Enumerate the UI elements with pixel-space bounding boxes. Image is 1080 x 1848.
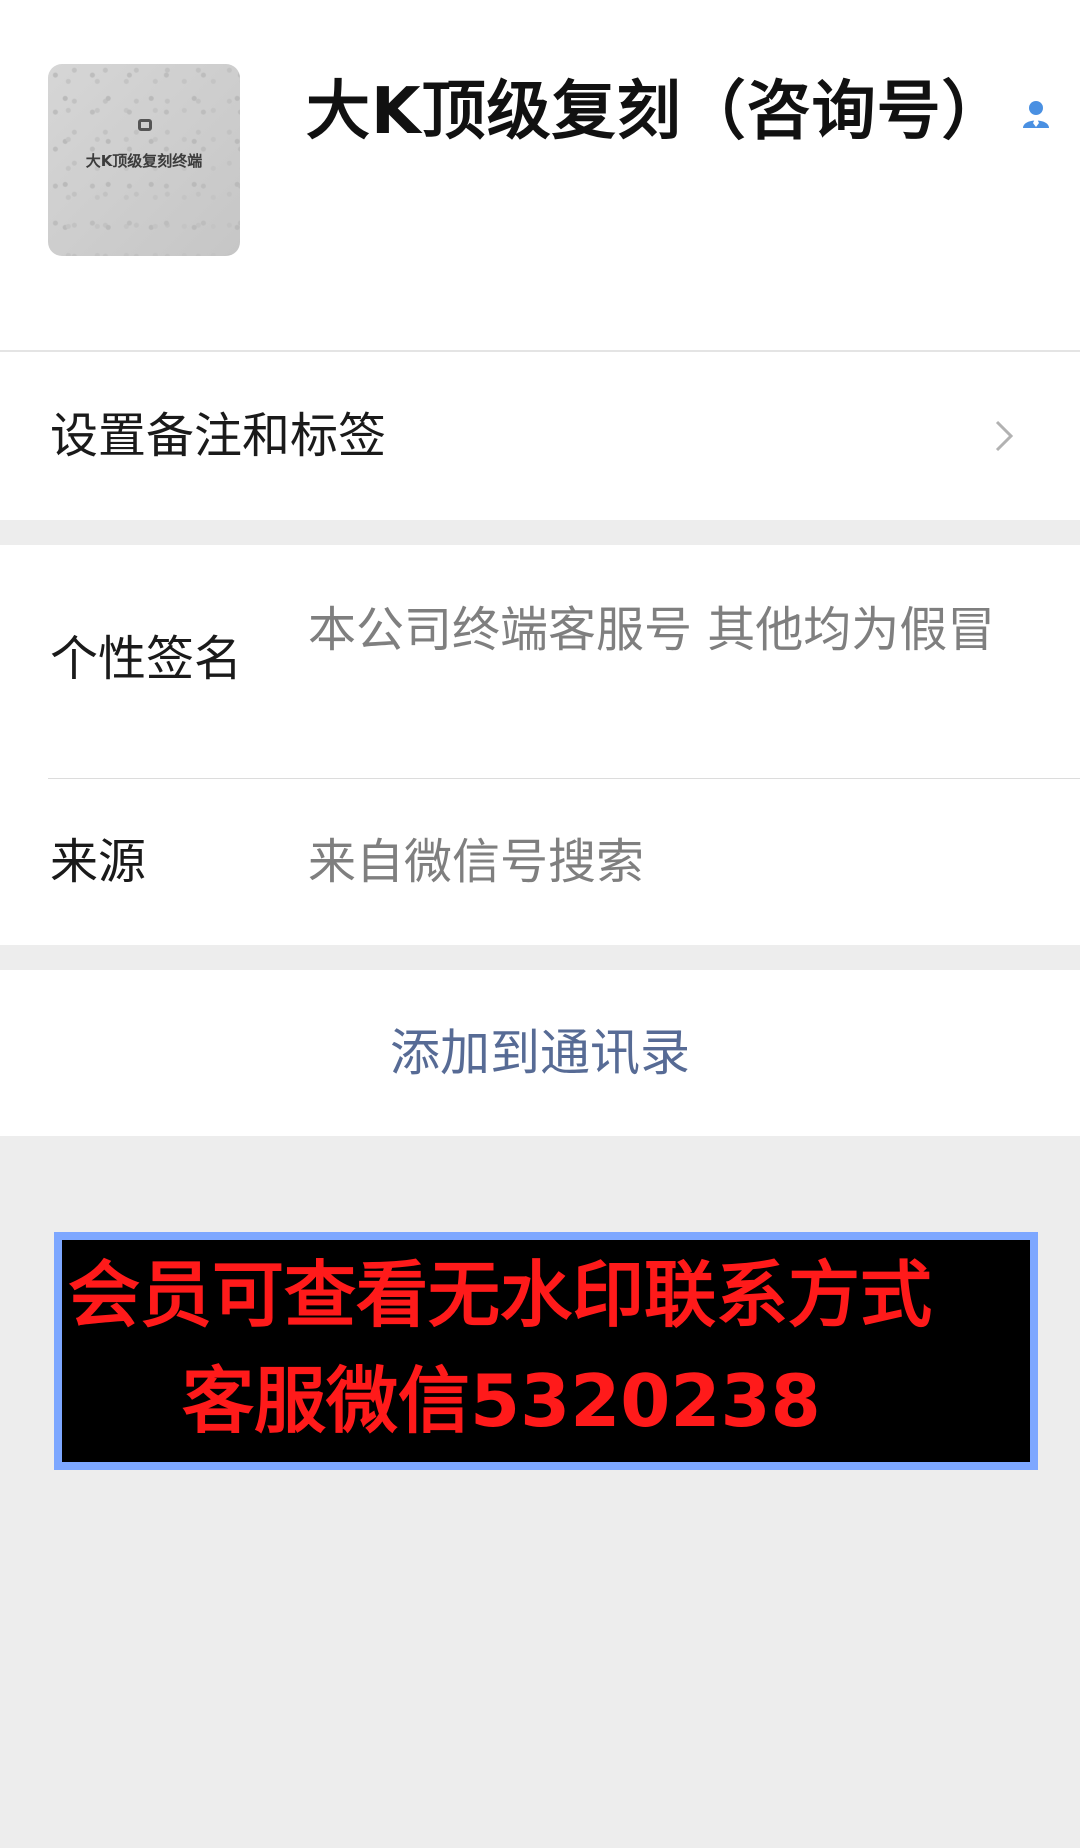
watermark-banner: 会员可查看无水印联系方式 客服微信5320238 <box>54 1232 1038 1470</box>
profile-header: 大K顶级复刻终端 大K顶级复刻（咨询号） <box>0 0 1080 352</box>
avatar-text: 大K顶级复刻终端 <box>85 152 203 170</box>
signature-row: 个性签名 本公司终端客服号 其他均为假冒 <box>0 545 1080 778</box>
avatar[interactable]: 大K顶级复刻终端 <box>48 64 240 256</box>
avatar-logo-mark <box>138 119 152 131</box>
source-value: 来自微信号搜索 <box>308 834 645 890</box>
contact-name: 大K顶级复刻（咨询号） <box>306 75 1007 149</box>
watermark-banner-inner: 会员可查看无水印联系方式 客服微信5320238 <box>62 1240 1030 1462</box>
chevron-right-icon <box>995 420 1014 452</box>
name-row: 大K顶级复刻（咨询号） <box>306 70 1053 154</box>
add-to-contacts-button[interactable]: 添加到通讯录 <box>0 970 1080 1136</box>
add-to-contacts-label: 添加到通讯录 <box>390 1024 690 1082</box>
person-icon <box>1022 101 1049 128</box>
set-remark-and-tags-row[interactable]: 设置备注和标签 <box>0 352 1080 520</box>
banner-line-2: 客服微信5320238 <box>182 1359 821 1443</box>
source-row: 来源 来自微信号搜索 <box>0 779 1080 945</box>
signature-label: 个性签名 <box>50 631 243 687</box>
info-group: 个性签名 本公司终端客服号 其他均为假冒 来源 来自微信号搜索 <box>0 545 1080 945</box>
set-remark-and-tags-label: 设置备注和标签 <box>50 408 387 464</box>
source-label: 来源 <box>50 834 147 890</box>
signature-value: 本公司终端客服号 其他均为假冒 <box>308 602 996 658</box>
banner-line-1: 会员可查看无水印联系方式 <box>68 1253 933 1337</box>
